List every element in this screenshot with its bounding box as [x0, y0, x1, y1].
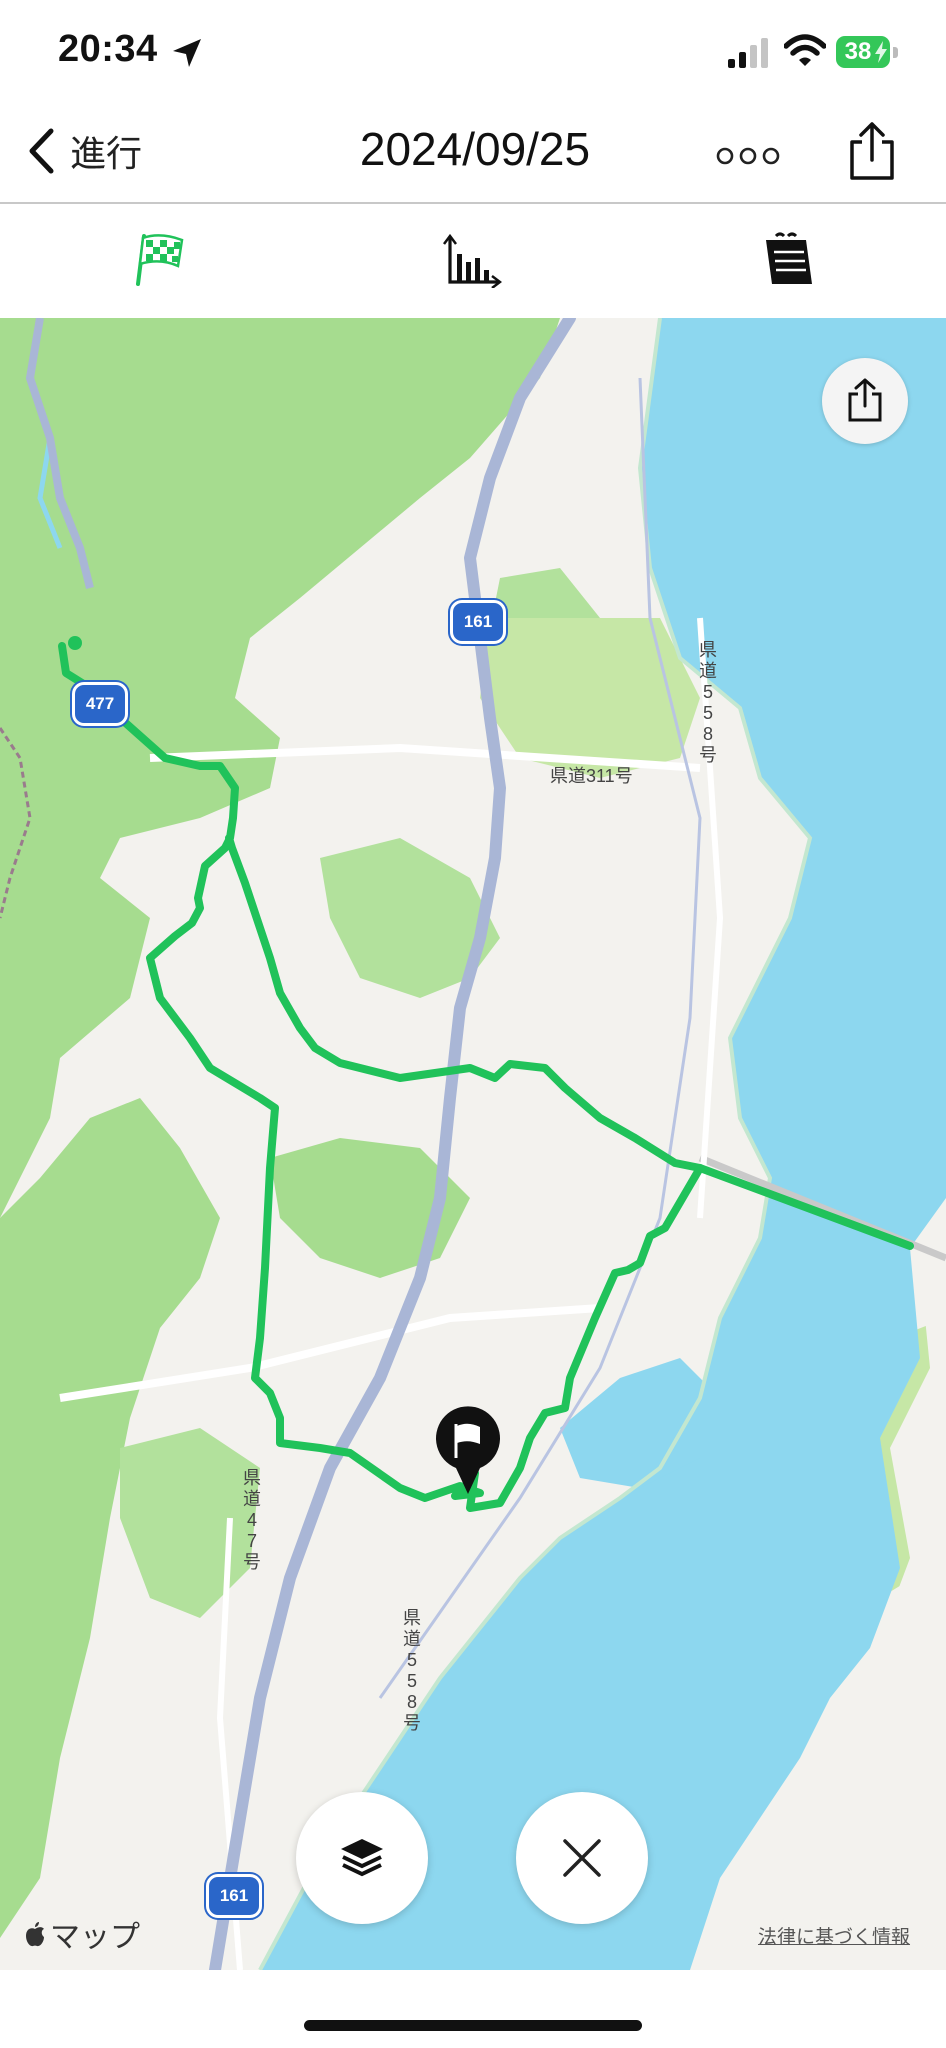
- notes-icon: [766, 232, 812, 284]
- battery-charging-icon: 38: [836, 36, 898, 68]
- tab-chart[interactable]: [442, 232, 503, 289]
- location-arrow-icon: [173, 39, 201, 67]
- battery-cap: [893, 47, 898, 58]
- status-time: 20:34: [58, 28, 158, 70]
- map-canvas[interactable]: [0, 318, 946, 1970]
- apple-logo-icon: [26, 1922, 44, 1947]
- road-label-311: 県道311号: [550, 766, 633, 786]
- layers-button[interactable]: [296, 1792, 428, 1924]
- route-shield-477: 477: [72, 682, 128, 726]
- checkered-flag-icon: [136, 234, 184, 286]
- status-bar: 20:34 38: [0, 0, 946, 100]
- map-share-button[interactable]: [822, 358, 908, 444]
- maps-attribution: マップ: [24, 1912, 140, 1956]
- forest-west: [0, 318, 560, 1218]
- tab-bar: [0, 204, 946, 319]
- back-button[interactable]: 進行: [26, 126, 142, 176]
- chevron-left-icon: [29, 128, 54, 174]
- back-label: 進行: [70, 133, 143, 174]
- cellular-signal-icon: [728, 38, 768, 68]
- forest-southwest-2: [120, 1428, 260, 1618]
- road-label-558-south: 県道558号: [403, 1608, 421, 1733]
- share-icon[interactable]: [846, 120, 898, 182]
- page-title: 2024/09/25: [359, 123, 591, 175]
- share-icon: [848, 378, 882, 422]
- home-indicator[interactable]: [304, 2020, 642, 2031]
- close-button[interactable]: [516, 1792, 648, 1924]
- battery-percent: 38: [844, 38, 872, 65]
- finish-flag-pin-icon[interactable]: [434, 1406, 502, 1496]
- legal-link[interactable]: 法律に基づく情報: [758, 1922, 910, 1949]
- tab-notes[interactable]: [758, 232, 818, 288]
- tab-route[interactable]: [130, 232, 190, 288]
- charging-bolt-icon: [875, 41, 887, 63]
- home-bar-area: [0, 1970, 946, 2048]
- ellipsis-icon[interactable]: [716, 144, 780, 168]
- route-map[interactable]: 161 477 161 県道311号 県道558号 県道47号 県道558号 マ…: [0, 318, 946, 1970]
- wifi-icon: [784, 34, 826, 66]
- close-icon: [563, 1839, 601, 1877]
- route-shield-161-north: 161: [450, 600, 506, 644]
- route-start-marker: [68, 636, 82, 650]
- bar-chart-icon: [443, 233, 503, 289]
- road-label-47: 県道47号: [243, 1468, 261, 1572]
- route-shield-161-south: 161: [206, 1874, 262, 1918]
- maps-attribution-text: マップ: [50, 1921, 140, 1954]
- navigation-bar: 進行 2024/09/25: [0, 100, 946, 204]
- road-label-558-north: 県道558号: [699, 640, 717, 765]
- layers-icon: [341, 1839, 383, 1877]
